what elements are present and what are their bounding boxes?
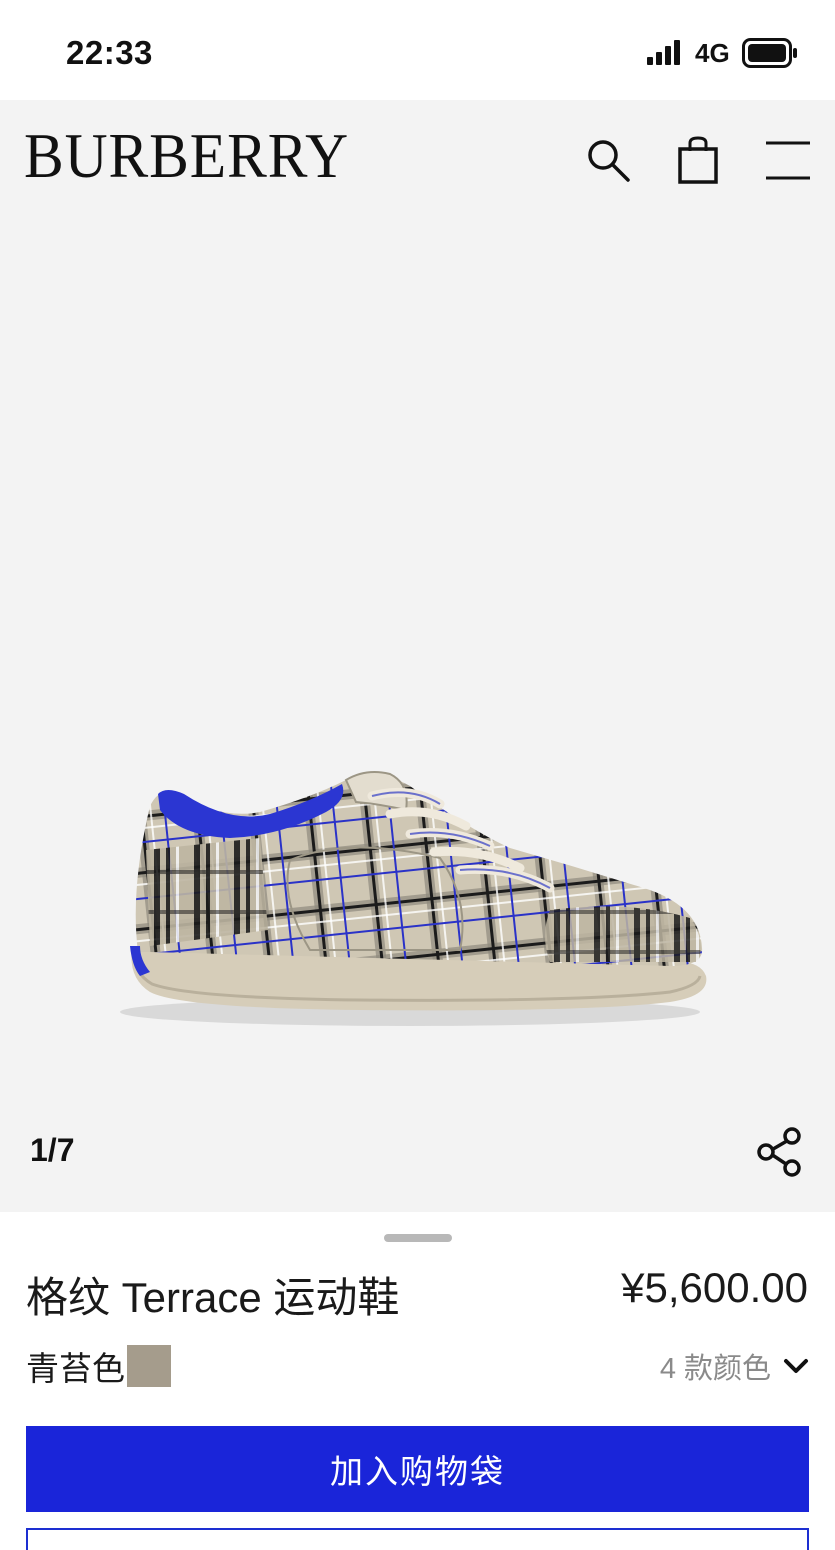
share-button[interactable]: [752, 1124, 808, 1180]
search-button[interactable]: [580, 132, 636, 188]
product-title: 格纹 Terrace 运动鞋: [26, 1274, 400, 1321]
drag-handle[interactable]: [384, 1234, 452, 1242]
color-swatch[interactable]: [127, 1345, 171, 1387]
shopping-bag-button[interactable]: [670, 132, 726, 188]
shopping-bag-icon: [678, 136, 718, 184]
site-header: BURBERRY: [0, 100, 835, 220]
color-name: 青苔色: [26, 1350, 125, 1387]
product-info-sheet: 格纹 Terrace 运动鞋 ¥5,600.00 青苔色 4 款颜色 加入购物袋: [0, 1212, 835, 1550]
battery-icon: [742, 38, 797, 68]
selected-color: 青苔色: [26, 1344, 171, 1388]
menu-icon: [766, 141, 810, 180]
status-bar: 22:33 4G: [0, 0, 835, 100]
chevron-down-icon: [784, 1359, 808, 1373]
cellular-signal-icon: [647, 40, 680, 65]
product-gallery[interactable]: 1/7: [0, 220, 835, 1212]
product-price: ¥5,600.00: [621, 1264, 808, 1311]
color-options-dropdown[interactable]: 4 款颜色: [660, 1346, 809, 1386]
color-count-label: 4 款颜色: [659, 1353, 771, 1385]
menu-button[interactable]: [760, 132, 816, 188]
secondary-button-edge[interactable]: [26, 1528, 809, 1550]
status-time: 22:33: [66, 34, 153, 71]
brand-logo[interactable]: BURBERRY: [24, 124, 349, 188]
add-to-bag-button[interactable]: 加入购物袋: [26, 1426, 809, 1512]
image-counter: 1/7: [30, 1132, 75, 1168]
network-label: 4G: [695, 38, 730, 68]
product-image: [120, 771, 707, 1026]
share-icon: [757, 1127, 801, 1177]
search-icon: [588, 140, 630, 182]
